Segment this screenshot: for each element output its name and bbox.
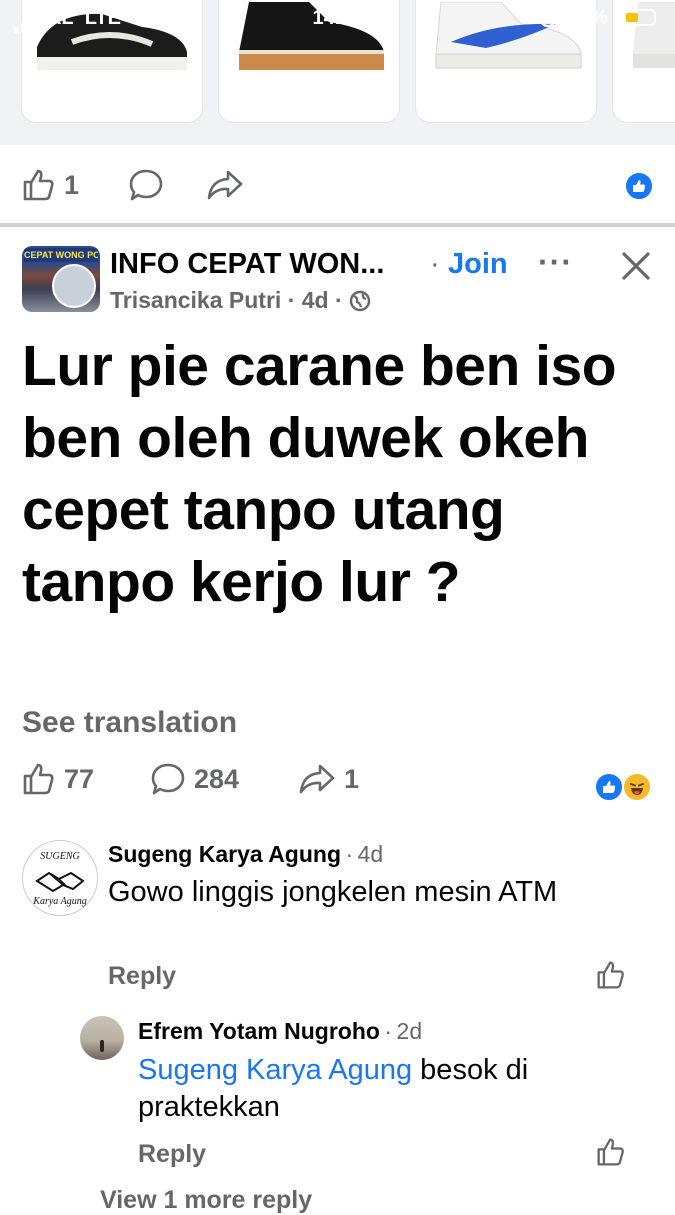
share-count: 1 — [344, 763, 360, 794]
reply-button[interactable]: Reply — [138, 1140, 206, 1169]
like-button[interactable]: 1 — [22, 168, 79, 202]
battery-percentage: 68% — [568, 7, 609, 29]
comment-button[interactable] — [128, 168, 164, 202]
globe-icon — [349, 290, 371, 312]
separator-dot: · — [287, 287, 296, 313]
share-button[interactable] — [206, 168, 244, 202]
logo-top-text: SUGENG — [40, 851, 79, 862]
post-divider — [0, 223, 675, 227]
post-text: Lur pie carane ben iso ben oleh duwek ok… — [22, 334, 617, 614]
view-more-replies-link[interactable]: View 1 more reply — [100, 1186, 312, 1215]
comment-like-icon[interactable] — [596, 960, 626, 990]
commenter-name[interactable]: Efrem Yotam Nugroho — [138, 1018, 380, 1044]
handshake-logo: SUGENG Karya Agung — [32, 851, 86, 907]
comment-icon — [129, 169, 163, 201]
like-count: 77 — [64, 763, 95, 794]
comment-time: 4d — [357, 841, 384, 867]
like-reaction-icon — [594, 772, 624, 802]
separator-dot: · — [345, 841, 354, 867]
comment-text: Sugeng Karya Agung besok di praktekkan — [138, 1052, 618, 1126]
comment-time: 2d — [396, 1018, 423, 1044]
mention-link[interactable]: Sugeng Karya Agung — [138, 1054, 412, 1086]
like-count: 1 — [64, 169, 80, 200]
like-button[interactable]: 77 — [22, 762, 94, 796]
like-reaction-icon — [624, 171, 654, 201]
separator-dot: · — [384, 1018, 393, 1044]
orientation-lock-icon — [538, 9, 558, 35]
group-avatar-banner: CEPAT WONG PONORO — [24, 248, 98, 262]
status-bar: XL LTE 14.56 68% — [0, 0, 675, 36]
share-icon — [207, 170, 243, 200]
reply-button[interactable]: Reply — [108, 962, 176, 991]
replier-avatar[interactable] — [80, 1016, 124, 1060]
comment-header: Sugeng Karya Agung · 4d — [108, 841, 383, 868]
more-options-button[interactable]: ··· — [538, 244, 573, 281]
comment-header: Efrem Yotam Nugroho · 2d — [138, 1018, 422, 1045]
like-icon — [23, 169, 54, 201]
share-button[interactable]: 1 — [298, 762, 359, 796]
commenter-avatar[interactable]: SUGENG Karya Agung — [22, 840, 98, 916]
group-avatar[interactable]: CEPAT WONG PONORO — [22, 246, 100, 312]
group-name[interactable]: INFO CEPAT WON... — [110, 248, 384, 281]
see-translation-link[interactable]: See translation — [22, 706, 237, 740]
like-icon — [23, 763, 54, 795]
comment-text: Gowo linggis jongkelen mesin ATM — [108, 876, 558, 908]
post-meta: Trisancika Putri · 4d · — [110, 287, 371, 314]
close-icon[interactable] — [620, 250, 652, 282]
comment-icon — [151, 763, 185, 795]
logo-bottom-text: Karya Agung — [32, 896, 86, 907]
separator-dot: · — [335, 287, 343, 313]
separator-dot: · — [430, 248, 440, 280]
post-time: 4d — [301, 287, 329, 313]
haha-reaction-icon — [622, 772, 652, 802]
comment-button[interactable]: 284 — [150, 762, 239, 796]
comment-like-icon[interactable] — [596, 1137, 626, 1167]
author-name[interactable]: Trisancika Putri — [110, 287, 281, 313]
comment-count: 284 — [194, 763, 240, 794]
commenter-name[interactable]: Sugeng Karya Agung — [108, 841, 341, 867]
battery-icon — [622, 9, 656, 26]
join-button[interactable]: Join — [448, 248, 508, 281]
share-icon — [299, 764, 335, 794]
profile-avatar-small — [52, 264, 96, 308]
